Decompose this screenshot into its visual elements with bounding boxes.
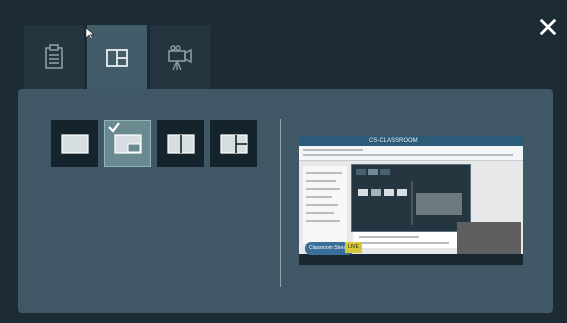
layout-full-screen-button[interactable] xyxy=(51,120,98,167)
layout-icon xyxy=(106,49,128,67)
full-screen-layout-icon xyxy=(60,133,89,154)
tab-layout[interactable] xyxy=(87,25,147,91)
layout-main-with-two-panels-button[interactable] xyxy=(210,120,257,167)
picture-in-picture-layout-icon xyxy=(113,133,142,154)
close-icon xyxy=(539,18,557,36)
mouse-cursor-icon xyxy=(86,28,95,40)
preview-taskbar xyxy=(299,254,523,265)
layout-preview: CS-CLASSROOM Classroom Stream LIVE xyxy=(299,136,523,265)
layout-picture-in-picture-button[interactable] xyxy=(104,120,151,167)
main-with-two-panels-layout-icon xyxy=(219,133,248,154)
clipboard-icon xyxy=(45,44,63,69)
preview-toolbar xyxy=(299,146,523,161)
checkmark-icon xyxy=(108,122,120,133)
preview-sidebar xyxy=(303,166,347,244)
tab-camera[interactable] xyxy=(150,25,210,89)
layout-side-by-side-button[interactable] xyxy=(157,120,204,167)
preview-camera-feed xyxy=(457,222,521,256)
camera-icon xyxy=(168,45,192,71)
tab-clipboard[interactable] xyxy=(24,25,84,89)
preview-title: CS-CLASSROOM xyxy=(369,138,418,144)
preview-titlebar: CS-CLASSROOM xyxy=(299,136,523,146)
preview-live-badge: LIVE xyxy=(345,242,362,253)
layout-panel: CS-CLASSROOM Classroom Stream LIVE xyxy=(18,89,553,313)
close-button[interactable] xyxy=(537,16,559,38)
side-by-side-layout-icon xyxy=(166,133,195,154)
panel-divider xyxy=(280,119,281,287)
preview-dialog xyxy=(351,164,471,232)
